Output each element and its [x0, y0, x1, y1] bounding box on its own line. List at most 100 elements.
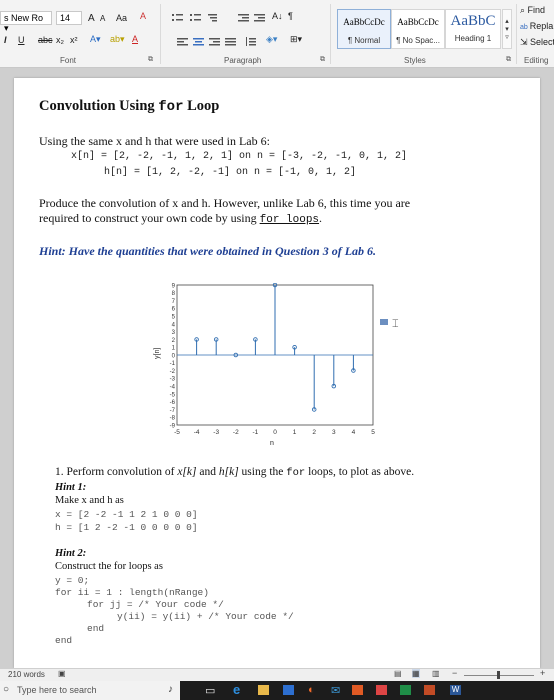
line-spacing-icon[interactable] [245, 37, 256, 46]
read-mode-icon[interactable]: ▤ [394, 669, 402, 678]
group-label-font: Font [60, 56, 77, 65]
word-count[interactable]: 210 words [8, 670, 45, 679]
hint-main: Hint: Have the quantities that were obta… [39, 244, 377, 258]
mail-icon[interactable]: ✉ [331, 684, 340, 697]
x-tick-label: -5 [174, 429, 180, 436]
zoom-in-icon[interactable]: + [540, 668, 545, 678]
font-name-box[interactable]: s New Ro ▾ [0, 11, 52, 33]
x-tick-label: 4 [352, 429, 356, 436]
font-dialog-launcher-icon[interactable]: ⧉ [148, 56, 153, 64]
zoom-thumb[interactable] [497, 671, 500, 679]
h-array: h = [1 2 -2 -1 0 0 0 0 0] [55, 522, 198, 533]
code-line-6: end [55, 635, 73, 646]
microphone-icon[interactable]: ♪ [168, 684, 173, 695]
y-tick-label: -6 [170, 400, 176, 406]
document-page[interactable]: Convolution Using for Loop Using the sam… [14, 78, 540, 668]
highlight-icon[interactable]: ab▾ [110, 34, 125, 45]
status-bar: 210 words ▣ ▤ ▦ ▥ − + [0, 668, 554, 681]
taskbar: ○ Type here to search ♪ ▭ e ◐ ✉ W [0, 681, 554, 700]
code-line-5: end [87, 623, 105, 634]
ribbon: s New Ro ▾ 14 A A Aa A I U abc x₂ x² A▾ … [0, 0, 554, 68]
paragraph-dialog-launcher-icon[interactable]: ⧉ [320, 56, 325, 64]
acrobat-icon[interactable] [376, 685, 387, 695]
task-view-icon[interactable]: ▭ [205, 684, 215, 697]
align-left-icon[interactable] [177, 37, 188, 46]
underline-button[interactable]: U [18, 35, 25, 45]
word-taskbar-icon[interactable]: W [450, 685, 461, 695]
bullets-icon[interactable] [172, 13, 183, 22]
y-tick-label: -2 [170, 369, 176, 375]
group-label-styles: Styles [404, 56, 426, 65]
powerpoint-icon[interactable] [352, 685, 363, 695]
shading-icon[interactable]: ◈▾ [266, 34, 277, 45]
intro-text: Using the same x and h that were used in… [39, 134, 270, 148]
strikethrough-button[interactable]: abc [38, 35, 53, 45]
clear-format-icon[interactable]: A [140, 11, 146, 21]
replace-button[interactable]: ab Repla [520, 21, 553, 31]
sort-button[interactable]: A↓ [272, 11, 283, 21]
hint-1-text: Make x and h as [55, 495, 124, 506]
taskbar-search[interactable]: ○ Type here to search ♪ [0, 681, 180, 700]
code-line-1: y = 0; [55, 575, 90, 586]
text-effects-icon[interactable]: A▾ [90, 34, 101, 45]
style-heading-1[interactable]: AaBbC Heading 1 [445, 9, 501, 49]
excel-icon[interactable] [400, 685, 411, 695]
align-right-icon[interactable] [209, 37, 220, 46]
stem-plot: 9876543210-1-2-3-4-5-6-7-8-9 -5 -4 -3 -2 -1 0… [153, 283, 383, 448]
italic-button[interactable]: I [4, 35, 7, 45]
replace-icon: ab [520, 24, 530, 31]
y-tick-label: -8 [170, 416, 176, 422]
separator [516, 4, 517, 64]
select-button[interactable]: ⇲ Select [520, 37, 554, 48]
change-case-button[interactable]: Aa [116, 13, 127, 23]
styles-dialog-launcher-icon[interactable]: ⧉ [506, 56, 511, 64]
show-paragraph-marks-button[interactable]: ¶ [288, 11, 293, 21]
multilevel-list-icon[interactable] [208, 13, 219, 22]
search-icon: ⌕ [520, 5, 528, 15]
y-tick-label: -3 [170, 377, 176, 383]
zoom-out-icon[interactable]: − [452, 668, 457, 678]
office-icon[interactable] [424, 685, 435, 695]
x-tick-label: -4 [194, 429, 200, 436]
superscript-button[interactable]: x² [70, 35, 78, 45]
x-tick-label: -3 [213, 429, 219, 436]
font-color-button[interactable]: A [132, 34, 138, 44]
font-size-box[interactable]: 14 [56, 11, 82, 25]
code-line-4: y(ii) = y(ii) + /* Your code */ [117, 611, 294, 622]
store-icon[interactable] [283, 685, 294, 695]
find-button[interactable]: ⌕ Find [520, 5, 545, 16]
subscript-button[interactable]: x₂ [56, 35, 64, 45]
numbering-icon[interactable] [190, 13, 201, 22]
task-line-2: required to construct your own code by u… [39, 211, 323, 226]
decrease-indent-icon[interactable] [238, 13, 249, 22]
edge-browser-icon[interactable]: e [233, 682, 240, 697]
text-cursor-icon: ⌶ [392, 318, 399, 330]
shrink-font-button[interactable]: A [100, 14, 105, 23]
borders-icon[interactable]: ⊞▾ [290, 34, 302, 45]
web-layout-icon[interactable]: ▥ [432, 669, 440, 678]
x-array: x = [2 -2 -1 1 2 1 0 0 0] [55, 509, 198, 520]
group-label-paragraph: Paragraph [224, 56, 262, 65]
proofing-icon[interactable]: ▣ [58, 669, 66, 678]
x-tick-label: 1 [293, 429, 297, 436]
y-tick-label: -7 [170, 408, 176, 414]
plot-background [153, 283, 383, 448]
print-layout-icon[interactable]: ▦ [412, 669, 420, 678]
search-icon: ○ [3, 684, 10, 695]
increase-indent-icon[interactable] [254, 13, 265, 22]
separator [330, 4, 331, 64]
x-tick-label: 3 [332, 429, 336, 436]
justify-icon[interactable] [225, 37, 236, 46]
question-1: 1. Perform convolution of x[k] and h[k] … [55, 466, 415, 479]
task-line-1: Produce the convolution of x and h. Howe… [39, 196, 411, 210]
grow-font-button[interactable]: A [88, 13, 95, 24]
file-explorer-icon[interactable] [258, 685, 269, 695]
style-no-spacing[interactable]: AaBbCcDc ¶ No Spac... [391, 9, 445, 49]
hint-1-label: Hint 1: [55, 482, 87, 493]
style-normal[interactable]: AaBbCcDc ¶ Normal [337, 9, 391, 49]
app-icon[interactable]: ◐ [308, 684, 315, 696]
separator [160, 4, 161, 64]
layout-options-icon[interactable] [380, 319, 388, 325]
align-center-icon[interactable] [193, 37, 204, 46]
styles-scroll[interactable]: ▴ ▾ ▿ [502, 9, 512, 49]
